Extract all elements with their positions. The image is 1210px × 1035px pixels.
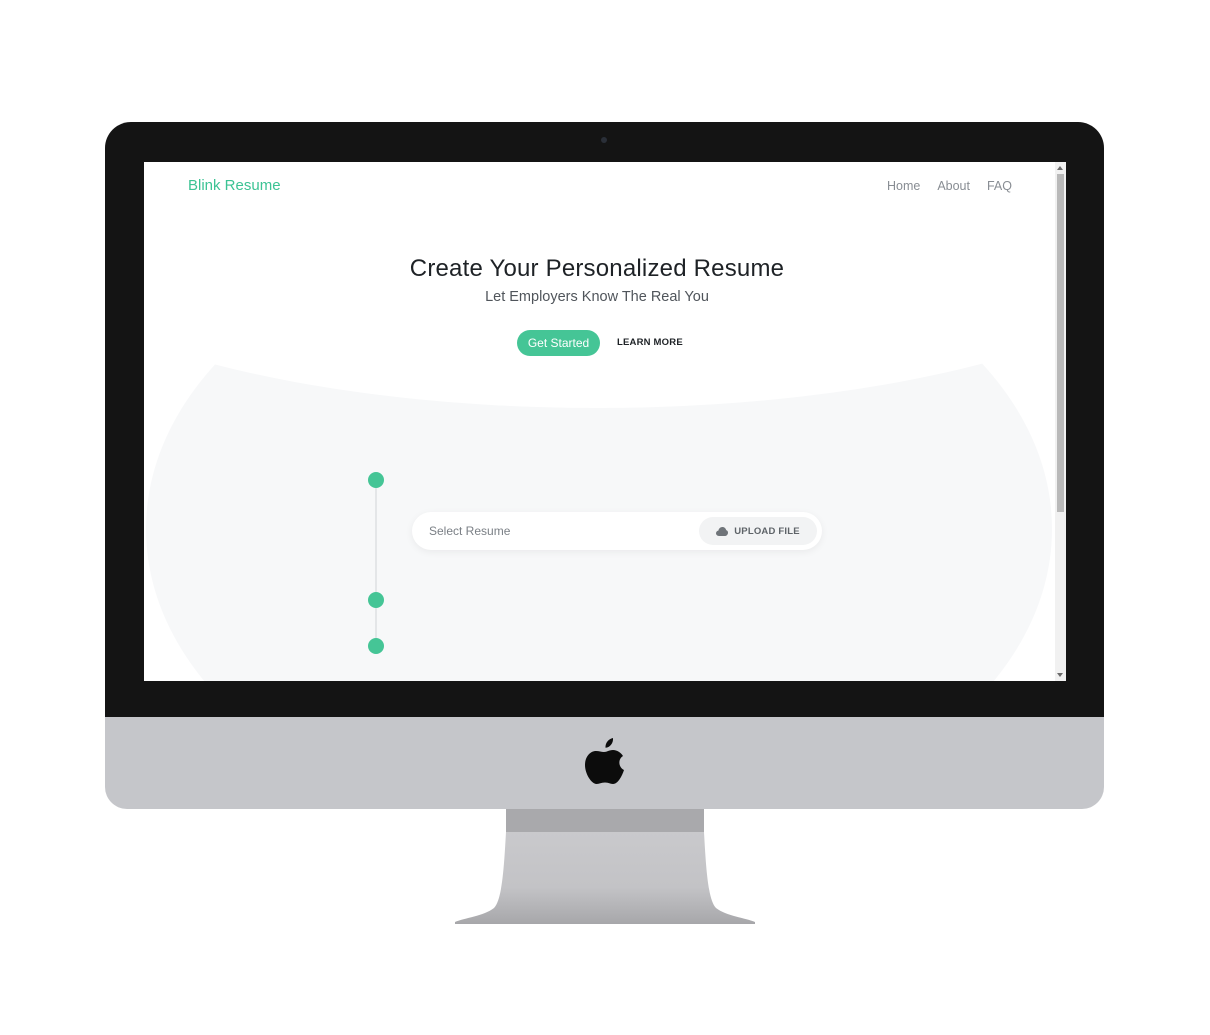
stand-neck: [506, 809, 704, 833]
nav-home[interactable]: Home: [887, 179, 920, 193]
main-nav: Home About FAQ: [887, 179, 1012, 193]
scroll-down-arrow-icon[interactable]: [1057, 673, 1063, 677]
step-dot-2: [368, 592, 384, 608]
upload-file-button[interactable]: UPLOAD FILE: [699, 517, 817, 545]
hero-title: Create Your Personalized Resume: [409, 255, 785, 282]
brand-logo[interactable]: Blink Resume: [188, 177, 281, 194]
stand-base: [455, 832, 755, 924]
apple-logo-icon: [585, 738, 624, 784]
nav-faq[interactable]: FAQ: [987, 179, 1012, 193]
resume-upload-field[interactable]: Select Resume UPLOAD FILE: [412, 512, 822, 550]
browser-viewport: Blink Resume Home About FAQ Create Your …: [144, 162, 1066, 681]
cloud-icon: [716, 526, 729, 536]
resume-file-placeholder: Select Resume: [429, 524, 511, 538]
step-dot-1: [368, 472, 384, 488]
upload-file-label: UPLOAD FILE: [734, 525, 800, 537]
hero-background: [144, 162, 1066, 408]
step-dot-3: [368, 638, 384, 654]
stepper-line: [375, 480, 377, 646]
hero-subtitle: Let Employers Know The Real You: [485, 289, 709, 305]
learn-more-button[interactable]: LEARN MORE: [611, 330, 689, 356]
scrollbar-thumb[interactable]: [1057, 174, 1064, 512]
get-started-button[interactable]: Get Started: [517, 330, 600, 356]
camera-icon: [601, 137, 607, 143]
nav-about[interactable]: About: [937, 179, 970, 193]
vertical-scrollbar[interactable]: [1055, 162, 1066, 681]
scroll-up-arrow-icon[interactable]: [1057, 166, 1063, 170]
